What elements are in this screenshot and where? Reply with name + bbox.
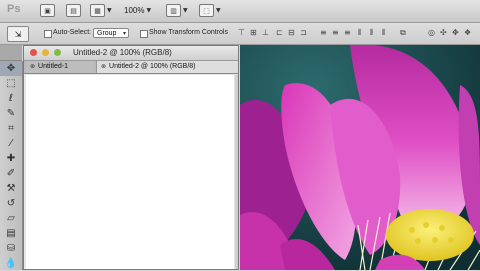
zoom-window-button[interactable] <box>54 49 61 56</box>
history-brush-tool-icon[interactable]: ↺ <box>0 196 22 211</box>
tab-label: Untitled-2 @ 100% (RGB/8) <box>109 63 196 70</box>
eyedropper-tool-icon[interactable]: ⁄ <box>0 136 22 151</box>
blur-tool-icon[interactable]: 💧 <box>0 256 22 271</box>
tools-panel-header[interactable] <box>0 45 22 61</box>
align-left-icon[interactable]: ⊏ <box>276 28 285 38</box>
launch-bridge-button[interactable]: ▣ <box>40 4 55 17</box>
brush-tool-icon[interactable]: ✐ <box>0 166 22 181</box>
3d-roll-icon[interactable]: ✣ <box>440 28 449 38</box>
document-tabs: ⊗ Untitled-1 ⊗ Untitled-2 @ 100% (RGB/8) <box>24 61 238 74</box>
auto-select-label: Auto-Select: <box>53 29 92 36</box>
chevron-down-icon: ▼ <box>107 7 112 14</box>
arrange-icon: ▥ <box>166 4 181 17</box>
align-top-icon[interactable]: ⊤ <box>238 28 247 38</box>
distribute-center-icon[interactable]: ≡ <box>332 28 341 38</box>
align-bottom-icon[interactable]: ⊥ <box>262 28 271 38</box>
lasso-tool-icon[interactable]: ℓ <box>0 91 22 106</box>
marquee-tool-icon[interactable]: ⬚ <box>0 76 22 91</box>
show-transform-label: Show Transform Controls <box>149 29 228 36</box>
3d-drag-icon[interactable]: ✥ <box>452 28 461 38</box>
paint-bucket-tool-icon[interactable]: ⛁ <box>0 241 22 256</box>
tool-preset-picker[interactable]: ⇲ <box>7 26 29 42</box>
seed-pod <box>386 209 474 261</box>
chevron-down-icon: ▼ <box>146 7 152 14</box>
show-transform-checkbox[interactable] <box>140 30 148 38</box>
gradient-tool-icon[interactable]: ▤ <box>0 226 22 241</box>
mb-icon: ▤ <box>66 4 81 17</box>
minimize-window-button[interactable] <box>42 49 49 56</box>
move-tool-icon: ⇲ <box>14 29 22 39</box>
close-icon[interactable]: ⊗ <box>30 63 35 70</box>
document-window: Untitled-2 @ 100% (RGB/8) ⊗ Untitled-1 ⊗ U… <box>23 45 239 270</box>
quick-selection-tool-icon[interactable]: ✎ <box>0 106 22 121</box>
distribute-bottom-icon[interactable]: ≡ <box>344 28 353 38</box>
grid-icon: ▦ <box>90 4 105 17</box>
options-bar: ⇲ Auto-Select: Group ▾ Show Transform Co… <box>0 23 480 45</box>
close-window-button[interactable] <box>30 49 37 56</box>
align-vertical-center-icon[interactable]: ⊞ <box>250 28 259 38</box>
tab-untitled-1[interactable]: ⊗ Untitled-1 <box>26 61 94 73</box>
screen-mode-icon: ⬚ <box>199 4 214 17</box>
clone-stamp-tool-icon[interactable]: ⚒ <box>0 181 22 196</box>
align-right-icon[interactable]: ⊐ <box>300 28 309 38</box>
3d-slide-icon[interactable]: ❖ <box>464 28 473 38</box>
zoom-level-dropdown[interactable]: 100% ▼ <box>124 4 151 17</box>
document-canvas[interactable] <box>26 75 234 269</box>
view-extras-dropdown[interactable]: ▦ ▼ <box>90 4 112 17</box>
distribute-right-icon[interactable]: ⦀ <box>382 28 391 38</box>
zoom-level: 100% <box>124 6 145 15</box>
tab-label: Untitled-1 <box>38 63 68 70</box>
br-icon: ▣ <box>40 4 55 17</box>
chevron-down-icon: ▾ <box>122 30 126 37</box>
app-logo: Ps <box>7 3 21 15</box>
screen-mode-dropdown[interactable]: ⬚ ▼ <box>199 4 221 17</box>
auto-select-checkbox[interactable] <box>44 30 52 38</box>
distribute-left-icon[interactable]: ⦀ <box>358 28 367 38</box>
document-title: Untitled-2 @ 100% (RGB/8) <box>73 48 172 57</box>
tools-panel: ✥ ⬚ ℓ ✎ ⌗ ⁄ ✚ ✐ ⚒ ↺ ▱ ▤ ⛁ 💧 <box>0 61 23 270</box>
distribute-horizontal-icon[interactable]: ⦀ <box>370 28 379 38</box>
application-bar: Ps ▣ ▤ ▦ ▼ 100% ▼ ▥ ▼ ⬚ ▼ <box>0 0 480 23</box>
3d-rotate-icon[interactable]: ◎ <box>428 28 437 38</box>
launch-minibridge-button[interactable]: ▤ <box>66 4 81 17</box>
document-title-bar[interactable]: Untitled-2 @ 100% (RGB/8) <box>24 46 238 61</box>
eraser-tool-icon[interactable]: ▱ <box>0 211 22 226</box>
tab-untitled-2[interactable]: ⊗ Untitled-2 @ 100% (RGB/8) <box>96 61 238 73</box>
arrange-documents-dropdown[interactable]: ▥ ▼ <box>166 4 188 17</box>
auto-select-value: Group <box>97 30 117 37</box>
healing-brush-tool-icon[interactable]: ✚ <box>0 151 22 166</box>
vertical-scrollbar[interactable] <box>235 75 238 269</box>
auto-select-dropdown[interactable]: Group ▾ <box>93 28 129 38</box>
crop-tool-icon[interactable]: ⌗ <box>0 121 22 136</box>
align-horizontal-center-icon[interactable]: ⊟ <box>288 28 297 38</box>
lotus-photo[interactable] <box>240 45 480 270</box>
auto-align-icon[interactable]: ⧉ <box>400 28 409 38</box>
distribute-top-icon[interactable]: ≡ <box>320 28 329 38</box>
move-tool-icon[interactable]: ✥ <box>0 61 22 76</box>
chevron-down-icon: ▼ <box>216 7 221 14</box>
close-icon[interactable]: ⊗ <box>101 63 106 70</box>
chevron-down-icon: ▼ <box>183 7 188 14</box>
